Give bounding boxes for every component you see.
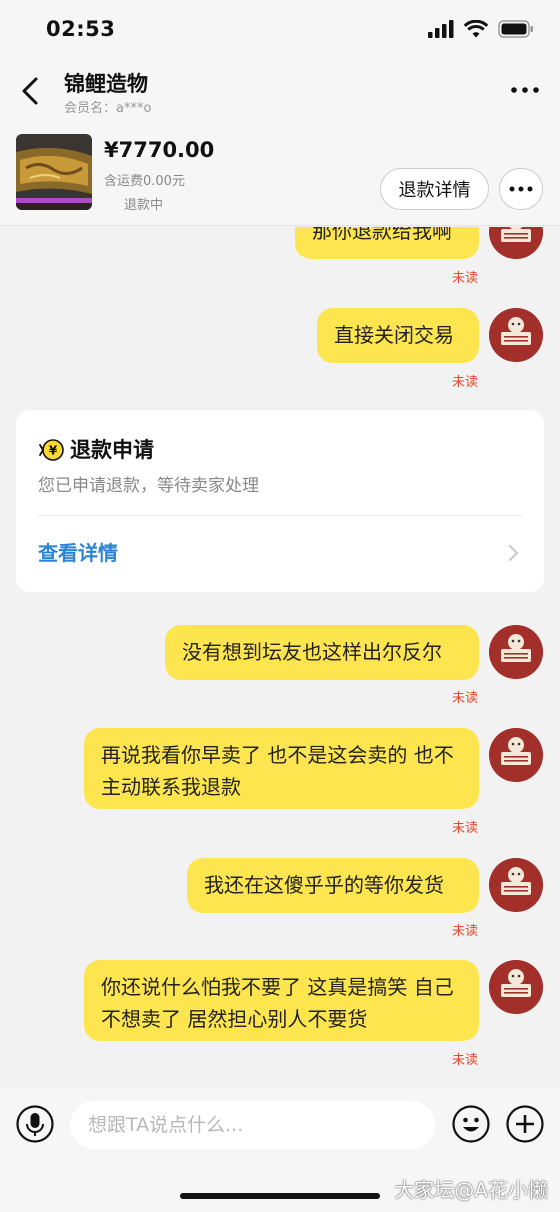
signal-icon — [428, 20, 454, 38]
avatar[interactable] — [489, 308, 543, 362]
wifi-icon — [464, 20, 488, 38]
message-text: 没有想到坛友也这样出尔反尔 — [182, 640, 442, 664]
avatar[interactable] — [489, 227, 543, 259]
avatar[interactable] — [489, 960, 543, 1014]
message-bubble[interactable]: 再说我看你早卖了 也不是这会卖的 也不主动联系我退款 — [84, 728, 479, 809]
refund-application-card[interactable]: ¥ 退款申请 您已申请退款，等待卖家处理 查看详情 — [16, 410, 544, 592]
message-bubble[interactable]: 你还说什么怕我不要了 这真是搞笑 自己不想卖了 居然担心别人不要货 — [84, 960, 479, 1041]
card-title: 退款申请 — [70, 438, 154, 462]
chat-area[interactable]: 那你退款给我啊 未读 直接关闭交易 未读 ¥ 退款申请 您已申请退款，等待卖家处… — [0, 227, 560, 1087]
message-bubble[interactable]: 没有想到坛友也这样出尔反尔 — [165, 625, 479, 680]
card-description: 您已申请退款，等待卖家处理 — [38, 476, 259, 496]
product-price: ¥7770.00 — [104, 138, 215, 162]
avatar[interactable] — [489, 625, 543, 679]
message-input[interactable] — [70, 1101, 435, 1149]
message-bubble[interactable]: 直接关闭交易 — [317, 308, 479, 363]
message-text: 直接关闭交易 — [334, 323, 454, 347]
more-options-icon[interactable] — [510, 80, 540, 100]
refund-status: 退款中 — [124, 198, 164, 213]
view-details-link[interactable]: 查看详情 — [38, 537, 118, 566]
unread-label: 未读 — [451, 821, 478, 836]
avatar[interactable] — [489, 728, 543, 782]
message-text: 那你退款给我啊 — [312, 227, 452, 243]
status-icons — [428, 20, 534, 38]
unread-label: 未读 — [451, 375, 478, 390]
home-indicator[interactable] — [180, 1193, 380, 1199]
nav-bar: 锦鲤造物 会员名：a***o — [0, 60, 560, 124]
member-name: 会员名：a***o — [64, 101, 152, 116]
product-more-button[interactable] — [499, 168, 543, 210]
chevron-right-icon[interactable] — [508, 543, 520, 563]
svg-text:¥: ¥ — [49, 444, 58, 458]
battery-icon — [498, 20, 533, 38]
unread-label: 未读 — [451, 1053, 478, 1068]
shipping-fee: 含运费0.00元 — [104, 174, 185, 189]
refund-details-button[interactable]: 退款详情 — [380, 168, 489, 210]
product-bar: ¥7770.00 含运费0.00元 退款中 退款详情 — [0, 124, 560, 226]
message-text: 我还在这傻乎乎的等你发货 — [204, 873, 444, 897]
message-text: 你还说什么怕我不要了 这真是搞笑 自己不想卖了 居然担心别人不要货 — [101, 975, 454, 1031]
divider — [38, 515, 522, 516]
message-bubble[interactable]: 我还在这傻乎乎的等你发货 — [187, 858, 479, 913]
status-time: 02:53 — [46, 17, 116, 41]
watermark: 大家坛@A花小懒 — [394, 1178, 548, 1202]
product-thumbnail[interactable] — [16, 134, 92, 210]
unread-label: 未读 — [451, 691, 478, 706]
shop-name[interactable]: 锦鲤造物 — [64, 68, 148, 98]
refund-coin-icon: ¥ — [39, 439, 64, 461]
unread-label: 未读 — [451, 271, 478, 286]
back-arrow-icon[interactable] — [16, 74, 46, 108]
avatar[interactable] — [489, 858, 543, 912]
microphone-icon[interactable] — [16, 1105, 54, 1143]
emoji-icon[interactable] — [452, 1105, 490, 1143]
more-dots-icon — [509, 186, 533, 192]
plus-icon[interactable] — [506, 1105, 544, 1143]
message-bubble[interactable]: 那你退款给我啊 — [295, 227, 479, 259]
status-bar: 02:53 — [0, 0, 560, 60]
unread-label: 未读 — [451, 924, 478, 939]
message-text: 再说我看你早卖了 也不是这会卖的 也不主动联系我退款 — [101, 743, 454, 799]
